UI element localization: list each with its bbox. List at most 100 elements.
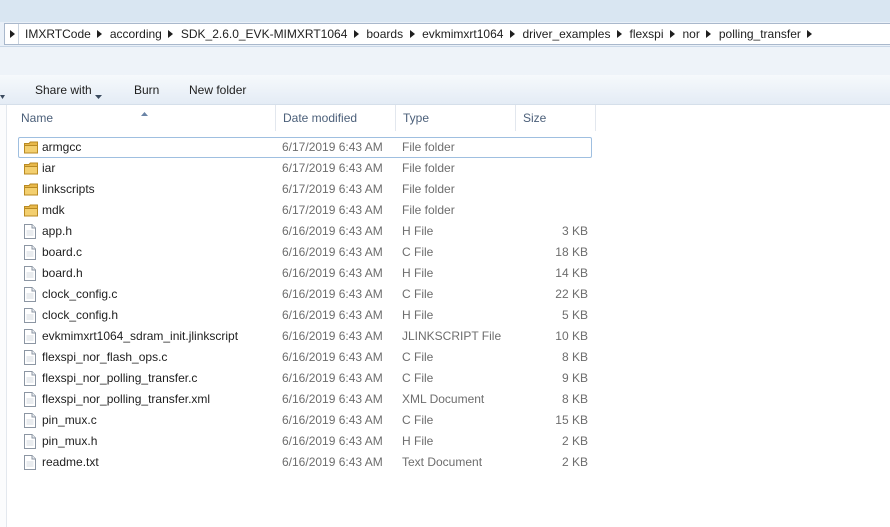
- breadcrumb-chevron-icon[interactable]: [351, 24, 361, 44]
- file-size: 15 KB: [555, 413, 588, 427]
- file-name: clock_config.h: [42, 308, 119, 322]
- breadcrumb-chevron-icon[interactable]: [704, 24, 714, 44]
- file-row[interactable]: armgcc 6/17/2019 6:43 AM File folder: [18, 137, 592, 158]
- file-icon: [24, 308, 38, 323]
- window-top-strip: [0, 0, 890, 22]
- file-row[interactable]: board.c 6/16/2019 6:43 AM C File 18 KB: [18, 242, 592, 263]
- file-date-modified: 6/17/2019 6:43 AM: [282, 203, 383, 217]
- breadcrumb-item[interactable]: flexspi: [624, 24, 667, 44]
- file-name: clock_config.c: [42, 287, 118, 301]
- file-type: JLINKSCRIPT File: [402, 329, 502, 343]
- column-header-type[interactable]: Type: [396, 105, 516, 131]
- file-size: 2 KB: [561, 455, 588, 469]
- file-type: H File: [402, 434, 434, 448]
- folder-icon: [24, 182, 38, 197]
- file-name: board.c: [42, 245, 83, 259]
- breadcrumb-chevron-icon[interactable]: [166, 24, 176, 44]
- breadcrumb-divider: [18, 24, 19, 44]
- file-name: pin_mux.h: [42, 434, 98, 448]
- file-icon: [24, 329, 38, 344]
- breadcrumb-item[interactable]: evkmimxrt1064: [417, 24, 507, 44]
- file-row[interactable]: flexspi_nor_flash_ops.c 6/16/2019 6:43 AM…: [18, 347, 592, 368]
- breadcrumb-item[interactable]: boards: [361, 24, 407, 44]
- file-row[interactable]: iar 6/17/2019 6:43 AM File folder: [18, 158, 592, 179]
- breadcrumb-chevron-icon[interactable]: [507, 24, 517, 44]
- command-toolbar: Share with Burn New folder: [0, 75, 890, 105]
- breadcrumb-chevron-icon[interactable]: [95, 24, 105, 44]
- file-icon: [24, 287, 38, 302]
- file-icon: [24, 392, 38, 407]
- file-date-modified: 6/16/2019 6:43 AM: [282, 434, 383, 448]
- file-icon: [24, 434, 38, 449]
- navigation-pane-edge: [0, 105, 7, 527]
- column-header-size[interactable]: Size: [516, 105, 596, 131]
- file-date-modified: 6/17/2019 6:43 AM: [282, 182, 383, 196]
- folder-icon: [24, 140, 38, 155]
- share-with-caret-icon[interactable]: [95, 88, 102, 102]
- file-row[interactable]: flexspi_nor_polling_transfer.c 6/16/2019 …: [18, 368, 592, 389]
- organize-caret-icon[interactable]: [0, 87, 5, 103]
- breadcrumb-item[interactable]: polling_transfer: [714, 24, 805, 44]
- file-date-modified: 6/16/2019 6:43 AM: [282, 371, 383, 385]
- file-date-modified: 6/16/2019 6:43 AM: [282, 245, 383, 259]
- file-name: flexspi_nor_polling_transfer.c: [42, 371, 198, 385]
- breadcrumb-item[interactable]: nor: [678, 24, 704, 44]
- file-size: 10 KB: [555, 329, 588, 343]
- breadcrumb-chevron-icon[interactable]: [668, 24, 678, 44]
- file-name: board.h: [42, 266, 83, 280]
- file-icon: [24, 350, 38, 365]
- file-row[interactable]: board.h 6/16/2019 6:43 AM H File 14 KB: [18, 263, 592, 284]
- file-name: iar: [42, 161, 56, 175]
- column-header: Name Date modified Type Size: [14, 105, 890, 131]
- file-row[interactable]: mdk 6/17/2019 6:43 AM File folder: [18, 200, 592, 221]
- breadcrumb-item[interactable]: according: [105, 24, 166, 44]
- file-row[interactable]: clock_config.c 6/16/2019 6:43 AM C File 22 …: [18, 284, 592, 305]
- file-row[interactable]: flexspi_nor_polling_transfer.xml 6/16/201…: [18, 389, 592, 410]
- folder-icon: [24, 203, 38, 218]
- breadcrumb-chevron-icon[interactable]: [407, 24, 417, 44]
- file-row[interactable]: readme.txt 6/16/2019 6:43 AM Text Document…: [18, 452, 592, 473]
- breadcrumb-item[interactable]: IMXRTCode: [20, 24, 95, 44]
- breadcrumb-chevron-icon[interactable]: [614, 24, 624, 44]
- new-folder-button[interactable]: New folder: [189, 82, 246, 98]
- file-date-modified: 6/17/2019 6:43 AM: [282, 161, 383, 175]
- burn-button[interactable]: Burn: [134, 82, 159, 98]
- file-name: app.h: [42, 224, 73, 238]
- file-row[interactable]: pin_mux.c 6/16/2019 6:43 AM C File 15 KB: [18, 410, 592, 431]
- file-row[interactable]: evkmimxrt1064_sdram_init.jlinkscript 6/16…: [18, 326, 592, 347]
- share-with-button[interactable]: Share with: [35, 82, 92, 98]
- file-date-modified: 6/16/2019 6:43 AM: [282, 287, 383, 301]
- file-size: 14 KB: [555, 266, 588, 280]
- file-date-modified: 6/16/2019 6:43 AM: [282, 413, 383, 427]
- file-type: XML Document: [402, 392, 485, 406]
- file-type: C File: [402, 413, 434, 427]
- file-type: Text Document: [402, 455, 483, 469]
- file-row[interactable]: linkscripts 6/17/2019 6:43 AM File folder: [18, 179, 592, 200]
- file-icon: [24, 455, 38, 470]
- file-row[interactable]: app.h 6/16/2019 6:43 AM H File 3 KB: [18, 221, 592, 242]
- file-type: File folder: [402, 203, 455, 217]
- column-header-name[interactable]: Name: [14, 105, 276, 131]
- file-row[interactable]: pin_mux.h 6/16/2019 6:43 AM H File 2 KB: [18, 431, 592, 452]
- file-type: File folder: [402, 140, 455, 154]
- file-icon: [24, 224, 38, 239]
- breadcrumb-item[interactable]: SDK_2.6.0_EVK-MIMXRT1064: [176, 24, 352, 44]
- file-type: File folder: [402, 182, 455, 196]
- file-icon: [24, 245, 38, 260]
- column-header-date-modified[interactable]: Date modified: [276, 105, 396, 131]
- breadcrumb-chevron-icon[interactable]: [805, 24, 815, 44]
- file-size: 9 KB: [561, 371, 588, 385]
- file-date-modified: 6/16/2019 6:43 AM: [282, 350, 383, 364]
- file-date-modified: 6/16/2019 6:43 AM: [282, 224, 383, 238]
- file-size: 18 KB: [555, 245, 588, 259]
- file-date-modified: 6/16/2019 6:43 AM: [282, 308, 383, 322]
- address-breadcrumb[interactable]: IMXRTCode according SDK_2.6.0_EVK-MIMXRT…: [4, 23, 890, 45]
- breadcrumb-item[interactable]: driver_examples: [517, 24, 614, 44]
- breadcrumb-root-chevron-icon[interactable]: [7, 24, 17, 44]
- file-icon: [24, 413, 38, 428]
- file-date-modified: 6/16/2019 6:43 AM: [282, 329, 383, 343]
- file-size: 22 KB: [555, 287, 588, 301]
- file-date-modified: 6/16/2019 6:43 AM: [282, 392, 383, 406]
- file-row[interactable]: clock_config.h 6/16/2019 6:43 AM H File 5 K…: [18, 305, 592, 326]
- file-type: C File: [402, 245, 434, 259]
